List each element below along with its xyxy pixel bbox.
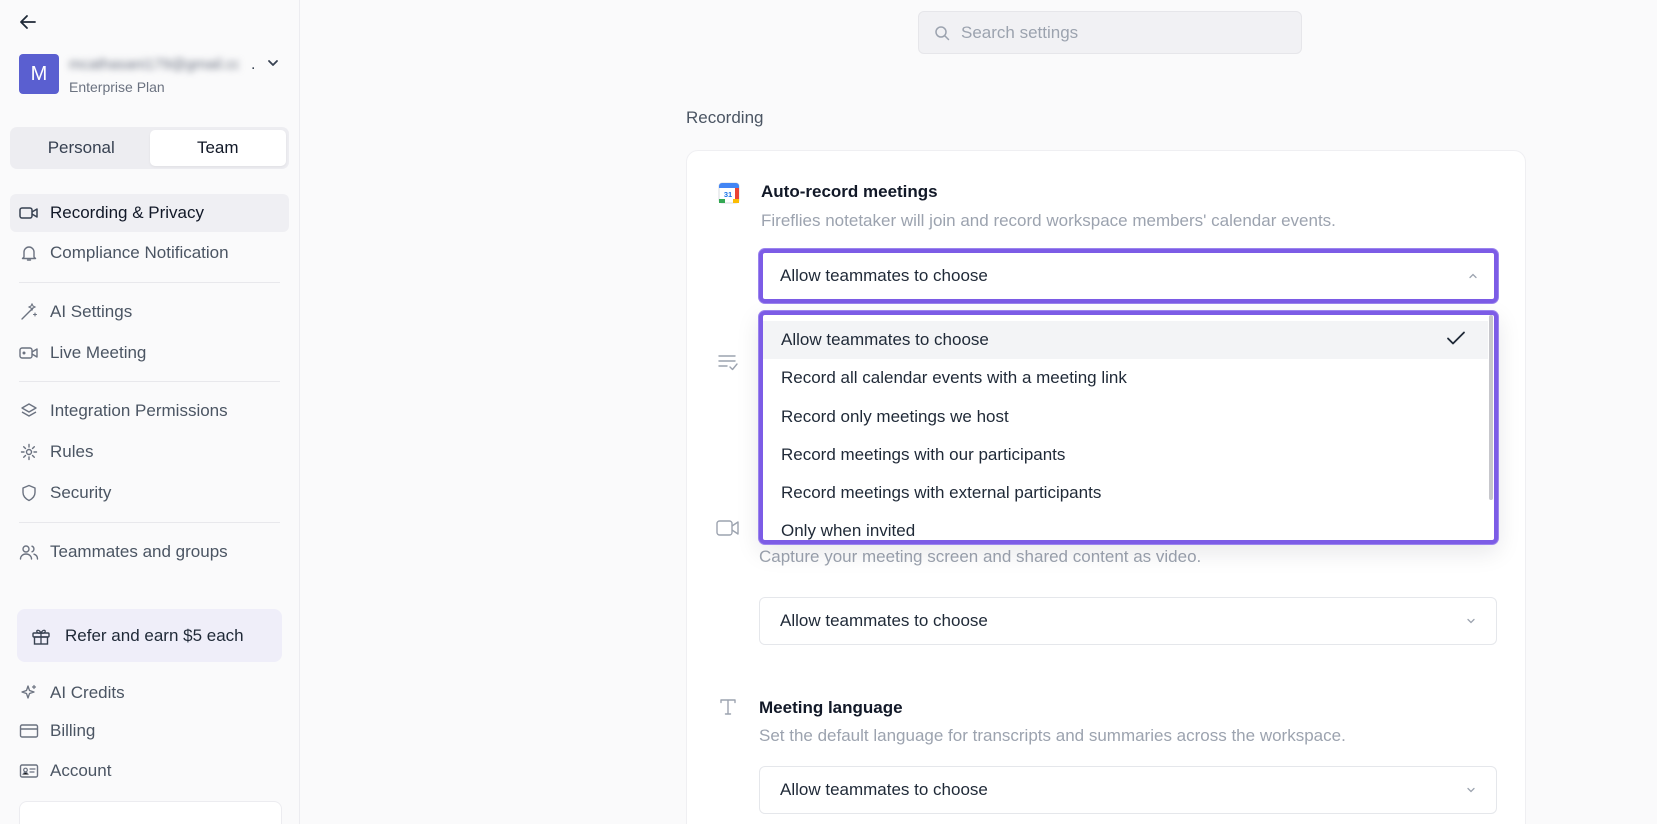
dropdown-option[interactable]: Record only meetings we host	[763, 398, 1488, 436]
avatar: M	[19, 54, 59, 94]
dropdown-scrollbar[interactable]	[1489, 315, 1493, 500]
sidebar-item-live-meeting[interactable]: Live Meeting	[10, 334, 289, 372]
dropdown-option[interactable]: Record meetings with our participants	[763, 436, 1488, 474]
account-email-ellipsis: .	[251, 56, 256, 73]
sidebar-item-ai-settings[interactable]: AI Settings	[10, 293, 289, 331]
chevron-down-icon	[1464, 783, 1478, 797]
sidebar-item-rules[interactable]: Rules	[10, 433, 289, 471]
sidebar-item-label: Teammates and groups	[50, 542, 228, 561]
sidebar-item-integration-permissions[interactable]: Integration Permissions	[10, 392, 289, 430]
dropdown-option-label: Record only meetings we host	[781, 407, 1009, 426]
meeting-language-select[interactable]: Allow teammates to choose	[759, 766, 1497, 814]
section-title: Recording	[686, 108, 764, 127]
sidebar-item-label: Account	[50, 761, 112, 780]
users-icon	[18, 541, 40, 563]
sidebar-item-compliance[interactable]: Compliance Notification	[10, 234, 289, 272]
sidebar-item-label: Billing	[50, 721, 96, 740]
video-camera-icon	[18, 202, 40, 224]
auto-record-description: Fireflies notetaker will join and record…	[761, 211, 1336, 230]
sidebar-item-label: Recording & Privacy	[50, 203, 205, 222]
auto-record-dropdown: Allow teammates to choose Record all cal…	[759, 311, 1498, 544]
transcript-check-icon	[716, 350, 740, 374]
chevron-down-icon	[1464, 614, 1478, 628]
dropdown-option[interactable]: Only when invited	[763, 512, 1488, 540]
divider	[19, 282, 280, 283]
svg-text:31: 31	[724, 190, 732, 199]
video-recording-select[interactable]: Allow teammates to choose	[759, 597, 1497, 645]
search-icon	[933, 24, 951, 42]
search-input[interactable]	[961, 22, 1281, 43]
sidebar-item-label: Live Meeting	[50, 343, 147, 362]
credit-card-icon	[18, 720, 40, 742]
dropdown-option[interactable]: Allow teammates to choose	[763, 321, 1488, 359]
search-bar[interactable]	[918, 11, 1302, 54]
divider	[19, 381, 280, 382]
cog-rules-icon	[18, 441, 40, 463]
sidebar-item-label: AI Credits	[50, 683, 125, 702]
sidebar-item-ai-credits[interactable]: AI Credits	[10, 674, 289, 712]
refer-banner[interactable]: Refer and earn $5 each	[17, 609, 282, 662]
meeting-language-description: Set the default language for transcripts…	[759, 726, 1346, 745]
account-switcher[interactable]: M mcathasani179@gmail.com . Enterprise P…	[19, 54, 284, 96]
sidebar-item-billing[interactable]: Billing	[10, 712, 289, 750]
auto-record-title: Auto-record meetings	[761, 182, 938, 201]
meeting-language-select-value: Allow teammates to choose	[780, 780, 988, 799]
meeting-language-title: Meeting language	[759, 698, 903, 717]
sidebar-item-label: Integration Permissions	[50, 401, 228, 420]
tab-team[interactable]: Team	[149, 130, 286, 166]
refer-label: Refer and earn $5 each	[65, 625, 244, 645]
google-calendar-icon: 31	[717, 181, 741, 205]
divider	[19, 522, 280, 523]
sidebar-item-security[interactable]: Security	[10, 474, 289, 512]
magic-wand-icon	[18, 301, 40, 323]
sidebar-item-teammates[interactable]: Teammates and groups	[10, 533, 289, 571]
auto-record-select-value: Allow teammates to choose	[780, 266, 988, 285]
chevron-down-icon[interactable]	[266, 56, 284, 74]
scope-toggle: Personal Team	[10, 127, 289, 169]
sidebar-item-label: Compliance Notification	[50, 243, 229, 262]
live-video-icon	[18, 342, 40, 364]
tab-personal[interactable]: Personal	[13, 130, 150, 166]
dropdown-option-label: Record meetings with external participan…	[781, 483, 1102, 502]
back-arrow-icon[interactable]	[16, 10, 40, 34]
checkmark-icon	[1446, 330, 1466, 351]
dropdown-option[interactable]: Record all calendar events with a meetin…	[763, 359, 1488, 397]
dropdown-option-label: Record meetings with our participants	[781, 445, 1066, 464]
text-type-icon	[716, 694, 740, 718]
sidebar-item-account[interactable]: Account	[10, 752, 289, 790]
sidebar-item-recording-privacy[interactable]: Recording & Privacy	[10, 194, 289, 232]
layers-icon	[18, 400, 40, 422]
sidebar-item-label: Rules	[50, 442, 94, 461]
video-camera-icon	[716, 516, 740, 540]
id-card-icon	[18, 760, 40, 782]
sidebar-item-label: AI Settings	[50, 302, 133, 321]
account-email: mcathasani179@gmail.com	[69, 56, 239, 73]
auto-record-select[interactable]: Allow teammates to choose	[759, 249, 1498, 303]
dropdown-option[interactable]: Record meetings with external participan…	[763, 474, 1488, 512]
dropdown-option-label: Record all calendar events with a meetin…	[781, 368, 1127, 387]
dropdown-option-label: Only when invited	[781, 521, 916, 540]
plan-label: Enterprise Plan	[69, 79, 165, 95]
sidebar-item-label: Security	[50, 483, 112, 502]
dropdown-option-label: Allow teammates to choose	[781, 330, 989, 349]
video-recording-description: Capture your meeting screen and shared c…	[759, 547, 1202, 566]
video-recording-select-value: Allow teammates to choose	[780, 611, 988, 630]
sparkle-icon	[18, 682, 40, 704]
bell-icon	[18, 242, 40, 264]
sidebar: M mcathasani179@gmail.com . Enterprise P…	[0, 0, 300, 824]
sidebar-bottom-card[interactable]	[19, 801, 282, 824]
chevron-up-icon	[1466, 269, 1480, 283]
gift-icon	[30, 625, 52, 647]
shield-icon	[18, 482, 40, 504]
